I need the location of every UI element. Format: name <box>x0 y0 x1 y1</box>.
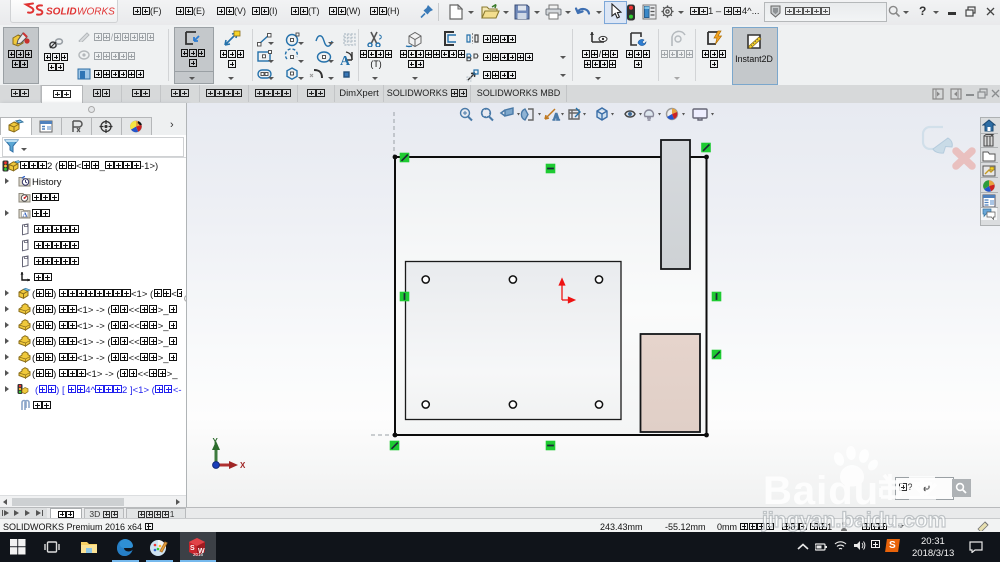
svg-text:2016: 2016 <box>193 552 204 557</box>
svg-text:WORKS: WORKS <box>77 7 115 18</box>
svg-text:A: A <box>553 112 560 122</box>
svg-text:A: A <box>23 212 28 219</box>
svg-text:Y: Y <box>213 437 219 446</box>
svg-text:SOLID: SOLID <box>46 7 77 18</box>
svg-text:S: S <box>190 545 195 552</box>
svg-text:A: A <box>340 54 351 69</box>
svg-text:X: X <box>240 461 246 470</box>
